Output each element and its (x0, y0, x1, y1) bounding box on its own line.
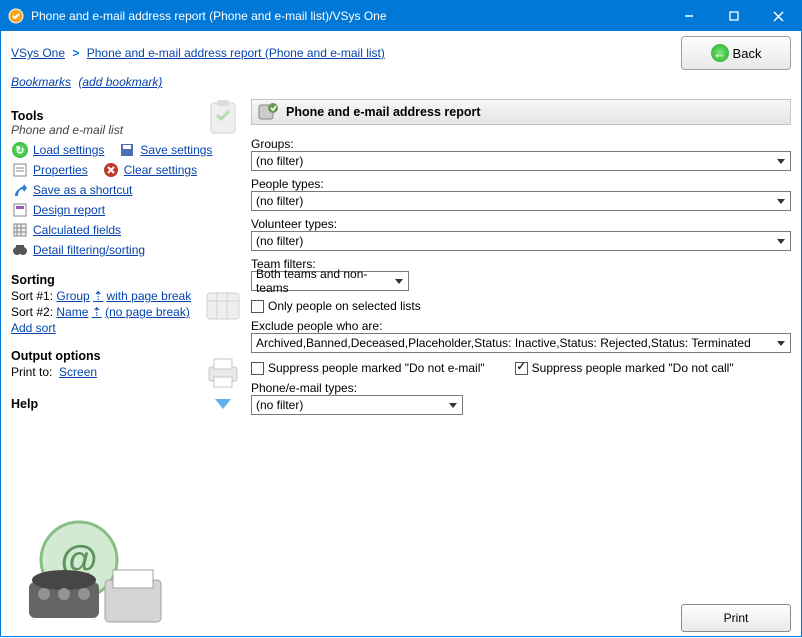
print-button[interactable]: Print (681, 604, 791, 632)
body: Tools Phone and e-mail list ↻ Load setti… (1, 95, 801, 638)
print-to-value[interactable]: Screen (59, 365, 97, 379)
help-header: Help (11, 397, 38, 411)
close-button[interactable] (756, 1, 801, 31)
suppress-email-row: Suppress people marked "Do not e-mail" (251, 361, 485, 375)
breadcrumb: VSys One > Phone and e-mail address repo… (11, 46, 681, 60)
phone-email-illustration-icon: @ (19, 510, 169, 630)
sort1-prefix: Sort #1: (11, 289, 56, 303)
design-icon (11, 201, 29, 219)
sort2-prefix: Sort #2: (11, 305, 56, 319)
sort2-break[interactable]: (no page break) (105, 305, 190, 319)
suppress-call-row: Suppress people marked "Do not call" (515, 361, 734, 375)
suppress-row: Suppress people marked "Do not e-mail" S… (251, 361, 791, 375)
ptypes-label: People types: (251, 177, 791, 191)
groups-dropdown[interactable]: (no filter) (251, 151, 791, 171)
help-row: Help (11, 397, 241, 411)
binoculars-icon (11, 241, 29, 259)
team-dropdown[interactable]: Both teams and non-teams (251, 271, 409, 291)
tools-row-propclear: Properties Clear settings (11, 161, 241, 179)
calculated-fields-link[interactable]: Calculated fields (33, 223, 121, 237)
breadcrumb-row: VSys One > Phone and e-mail address repo… (1, 31, 801, 75)
design-report-link[interactable]: Design report (33, 203, 105, 217)
exclude-dropdown[interactable]: Archived,Banned,Deceased,Placeholder,Sta… (251, 333, 791, 353)
team-value: Both teams and non-teams (256, 267, 390, 295)
groups-label: Groups: (251, 137, 791, 151)
suppress-email-checkbox[interactable] (251, 362, 264, 375)
print-to-label: Print to: (11, 365, 52, 379)
ptypes-dropdown[interactable]: (no filter) (251, 191, 791, 211)
only-lists-checkbox[interactable] (251, 300, 264, 313)
vtypes-label: Volunteer types: (251, 217, 791, 231)
sort2-dir-icon[interactable]: ⇡ (92, 305, 102, 319)
tools-row-design: Design report (11, 201, 241, 219)
window-buttons (666, 1, 801, 31)
save-icon (118, 141, 136, 159)
suppress-call-checkbox[interactable] (515, 362, 528, 375)
properties-link[interactable]: Properties (33, 163, 88, 177)
ptypes-value: (no filter) (256, 194, 303, 208)
clear-settings-link[interactable]: Clear settings (124, 163, 197, 177)
sort1-break[interactable]: with page break (106, 289, 191, 303)
load-icon: ↻ (11, 141, 29, 159)
add-sort-link[interactable]: Add sort (11, 321, 56, 335)
exclude-label: Exclude people who are: (251, 319, 791, 333)
detail-filtering-link[interactable]: Detail filtering/sorting (33, 243, 145, 257)
save-shortcut-link[interactable]: Save as a shortcut (33, 183, 132, 197)
suppress-call-label: Suppress people marked "Do not call" (532, 361, 734, 375)
breadcrumb-current[interactable]: Phone and e-mail address report (Phone a… (87, 46, 385, 60)
back-arrow-icon: ← (711, 44, 729, 62)
bookmark-row: Bookmarks (add bookmark) (1, 75, 801, 95)
load-settings-link[interactable]: Load settings (33, 143, 104, 157)
breadcrumb-sep: > (72, 46, 79, 60)
minimize-button[interactable] (666, 1, 711, 31)
title-bar: Phone and e-mail address report (Phone a… (1, 1, 801, 31)
vtypes-dropdown[interactable]: (no filter) (251, 231, 791, 251)
app-icon (7, 7, 25, 25)
tools-row-filtering: Detail filtering/sorting (11, 241, 241, 259)
back-button[interactable]: ← Back (681, 36, 791, 70)
tools-row-calc: Calculated fields (11, 221, 241, 239)
sort1-dir-icon[interactable]: ⇡ (93, 289, 103, 303)
right-pane: Phone and e-mail address report Groups: … (247, 95, 801, 638)
breadcrumb-root[interactable]: VSys One (11, 46, 65, 60)
exclude-value: Archived,Banned,Deceased,Placeholder,Sta… (256, 336, 751, 350)
back-button-label: Back (733, 46, 762, 61)
suppress-email-label: Suppress people marked "Do not e-mail" (268, 361, 485, 375)
report-header-icon (258, 101, 280, 124)
tools-row-loadsave: ↻ Load settings Save settings (11, 141, 241, 159)
groups-value: (no filter) (256, 154, 303, 168)
pe-types-dropdown[interactable]: (no filter) (251, 395, 463, 415)
calculated-icon (11, 221, 29, 239)
left-pane: Tools Phone and e-mail list ↻ Load setti… (1, 95, 247, 638)
window-title: Phone and e-mail address report (Phone a… (31, 9, 666, 23)
report-title: Phone and e-mail address report (286, 105, 481, 119)
tools-row-shortcut: Save as a shortcut (11, 181, 241, 199)
pe-types-label: Phone/e-mail types: (251, 381, 791, 395)
help-expand-icon[interactable] (215, 399, 231, 409)
vtypes-value: (no filter) (256, 234, 303, 248)
add-bookmark-link[interactable]: (add bookmark) (78, 75, 162, 89)
calendar-illustration-icon (203, 285, 243, 325)
sort1-field[interactable]: Group (56, 289, 89, 303)
maximize-button[interactable] (711, 1, 756, 31)
only-lists-label: Only people on selected lists (268, 299, 421, 313)
bookmarks-link[interactable]: Bookmarks (11, 75, 71, 89)
save-settings-link[interactable]: Save settings (140, 143, 212, 157)
clipboard-illustration-icon (203, 97, 243, 137)
only-lists-row: Only people on selected lists (251, 299, 791, 313)
sort2-field[interactable]: Name (56, 305, 88, 319)
clear-icon (102, 161, 120, 179)
report-header: Phone and e-mail address report (251, 99, 791, 125)
pe-types-value: (no filter) (256, 398, 303, 412)
shortcut-icon (11, 181, 29, 199)
printer-illustration-icon (203, 353, 243, 393)
footer-row: Print (251, 594, 791, 632)
properties-icon (11, 161, 29, 179)
